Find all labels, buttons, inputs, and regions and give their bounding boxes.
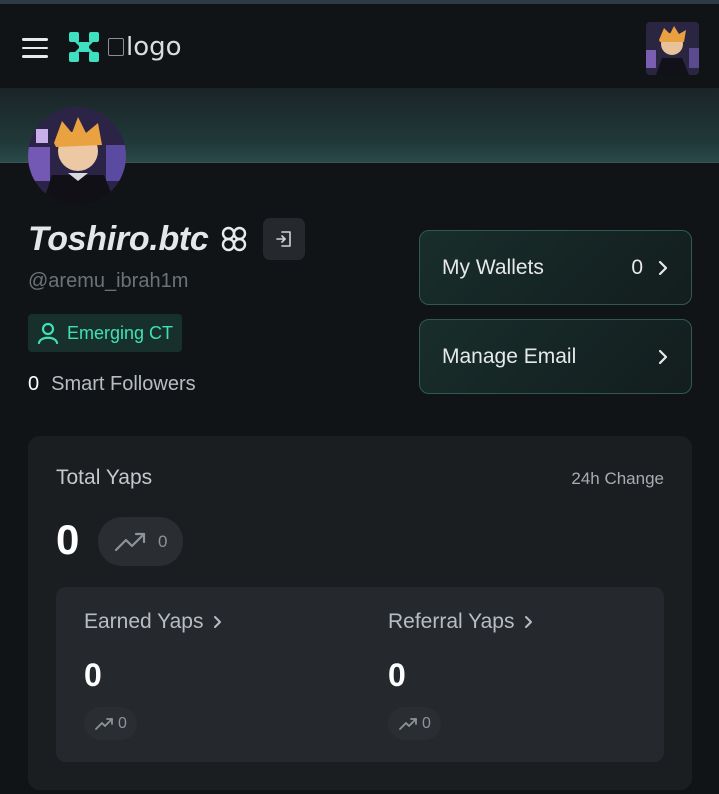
total-yaps-card: Total Yaps 24h Change 0 0 Earned Yaps 0 [28,436,692,790]
logo-alt-text: logo [126,36,182,62]
manage-email-button[interactable]: Manage Email [419,319,692,394]
yaps-breakdown: Earned Yaps 0 0 Referral Yaps 0 0 [56,587,664,762]
earned-yaps-change-value: 0 [118,714,127,732]
user-icon [37,322,59,345]
total-yaps-value: 0 [56,516,80,563]
chevron-right-icon [658,349,668,364]
earned-yaps-change-pill: 0 [84,707,137,740]
chevron-right-icon [214,616,222,628]
change-24h-label: 24h Change [571,469,664,488]
logo-image[interactable]: logo [108,36,182,62]
profile-handle: @aremu_ibrah1m [28,270,189,292]
total-yaps-title: Total Yaps [56,466,153,489]
trending-up-icon [399,717,417,730]
trending-up-icon [95,717,113,730]
earned-yaps-label: Earned Yaps [84,610,204,633]
profile-avatar [28,107,126,205]
manage-email-label: Manage Email [442,344,577,368]
tier-label: Emerging CT [67,322,174,343]
wallets-count: 0 [631,255,643,279]
user-avatar[interactable] [646,22,699,75]
my-wallets-button[interactable]: My Wallets 0 [419,230,692,305]
sign-out-button[interactable] [262,218,305,260]
name-row: Toshiro.btc [28,218,305,260]
total-yaps-change-pill: 0 [98,517,184,566]
chevron-right-icon [525,616,533,628]
my-wallets-label: My Wallets [442,255,544,279]
trending-up-icon [114,532,146,551]
total-yaps-change-value: 0 [158,531,168,551]
display-name: Toshiro.btc [28,219,209,258]
earned-yaps-value: 0 [84,657,102,693]
smart-followers: 0 Smart Followers [28,373,196,396]
hamburger-icon[interactable] [22,38,48,58]
referral-yaps-change-value: 0 [422,714,431,732]
x-brand-icon[interactable] [68,31,100,63]
earned-yaps-link[interactable]: Earned Yaps [84,610,223,634]
referral-yaps: Referral Yaps 0 0 [388,587,648,762]
smart-followers-count: 0 [28,373,40,395]
referral-yaps-link[interactable]: Referral Yaps [388,610,534,634]
referral-yaps-value: 0 [388,657,406,693]
clover-badge-icon [221,226,246,252]
referral-yaps-label: Referral Yaps [388,610,515,633]
referral-yaps-change-pill: 0 [388,707,441,740]
smart-followers-label: Smart Followers [51,373,196,395]
sign-in-icon [275,231,291,247]
broken-image-icon [108,38,124,56]
top-bar: logo [0,0,719,88]
earned-yaps: Earned Yaps 0 0 [84,587,344,762]
tier-badge: Emerging CT [28,314,183,352]
chevron-right-icon [658,260,668,275]
